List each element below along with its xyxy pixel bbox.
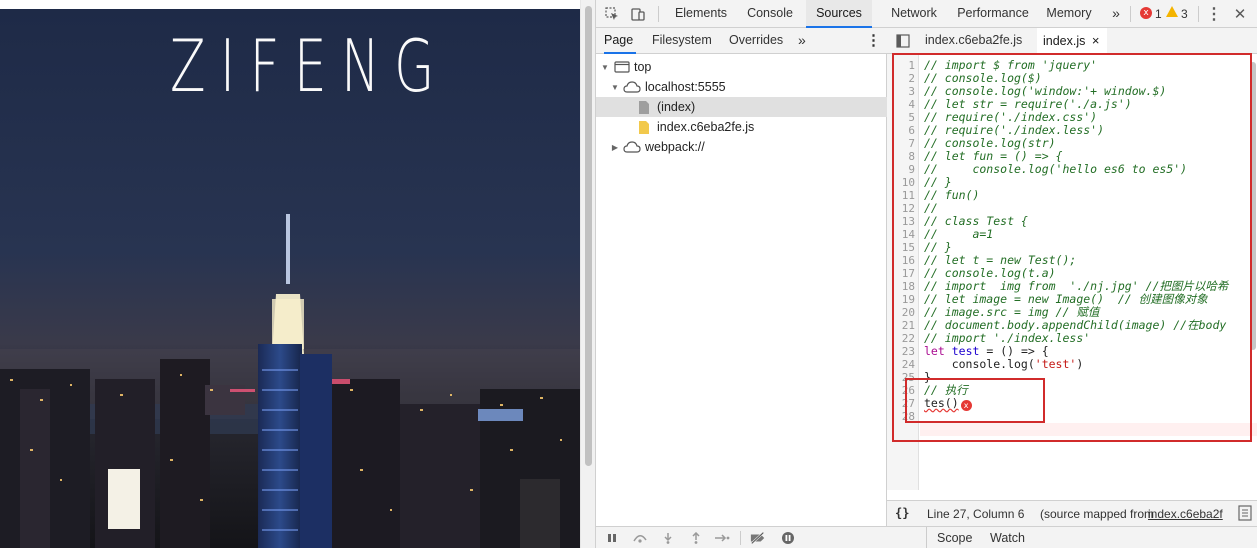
tree-item-localhost[interactable]: ▼ localhost:5555 — [596, 77, 887, 97]
tab-scope[interactable]: Scope — [937, 527, 972, 548]
step-over-icon[interactable] — [632, 531, 648, 545]
tree-item-top[interactable]: ▼ top — [596, 57, 887, 77]
step-icon[interactable] — [714, 531, 730, 545]
script-file-icon — [639, 120, 649, 134]
page-scrollbar[interactable] — [580, 0, 595, 548]
nav-tab-filesystem[interactable]: Filesystem — [652, 28, 712, 54]
frame-icon — [614, 61, 630, 73]
page-title: ZIFENG — [170, 24, 449, 108]
step-out-icon[interactable] — [688, 531, 704, 545]
toolbar-divider — [1198, 6, 1199, 22]
pause-on-exceptions-icon[interactable] — [780, 531, 796, 545]
tree-label-localhost: localhost:5555 — [645, 80, 726, 94]
error-icon[interactable]: x — [1140, 7, 1152, 19]
more-tabs-button[interactable]: » — [1108, 0, 1124, 28]
step-into-icon[interactable] — [660, 531, 676, 545]
source-map-label: (source mapped from — [1040, 507, 1155, 521]
editor-tab-label: index.js — [1043, 34, 1086, 48]
navigator-tabs: Page Filesystem Overrides » ⋮ — [596, 28, 887, 54]
nav-tab-overrides[interactable]: Overrides — [729, 28, 783, 54]
close-devtools-icon[interactable]: ✕ — [1230, 4, 1250, 24]
pane-divider — [926, 527, 927, 548]
devtools-main-toolbar: Elements Console Sources Network Perform… — [596, 0, 1257, 28]
debugger-toolbar: Scope Watch — [596, 526, 1257, 548]
tree-label-top: top — [634, 60, 652, 74]
nav-tab-page[interactable]: Page — [604, 28, 636, 54]
tree-item-index[interactable]: (index) — [596, 97, 887, 117]
warning-count[interactable]: 3 — [1181, 7, 1188, 21]
editor-tab-index-js[interactable]: index.js × — [1037, 28, 1107, 55]
toolbar-divider — [658, 6, 659, 22]
cursor-position: Line 27, Column 6 — [927, 507, 1025, 521]
tree-item-bundle-js[interactable]: index.c6eba2fe.js — [596, 117, 887, 137]
inspect-element-icon[interactable] — [602, 4, 622, 24]
tree-label-bundle-js: index.c6eba2fe.js — [657, 120, 755, 134]
warning-icon[interactable] — [1166, 6, 1178, 17]
tree-label-webpack: webpack:// — [645, 140, 705, 154]
devtools-menu-icon[interactable]: ⋮ — [1204, 4, 1224, 24]
cloud-icon — [623, 141, 641, 153]
pretty-print-button[interactable]: {} — [895, 506, 909, 520]
toolbar-divider — [1130, 6, 1131, 22]
source-map-link[interactable]: index.c6eba2f — [1148, 507, 1223, 521]
deactivate-breakpoints-icon[interactable] — [750, 531, 766, 545]
toggle-navigator-icon[interactable] — [893, 31, 913, 51]
error-count[interactable]: 1 — [1155, 7, 1162, 21]
collapsed-arrow-icon[interactable]: ▶ — [610, 143, 620, 152]
tab-elements[interactable]: Elements — [668, 0, 734, 28]
device-toolbar-icon[interactable] — [628, 4, 648, 24]
coverage-icon[interactable] — [1238, 505, 1252, 521]
pause-icon[interactable] — [604, 531, 620, 545]
editor-status-bar: {} Line 27, Column 6 (source mapped from… — [887, 500, 1257, 526]
tab-sources[interactable]: Sources — [806, 0, 872, 28]
editor-tabs: index.c6eba2fe.js index.js × — [887, 28, 1257, 55]
close-tab-icon[interactable]: × — [1092, 33, 1100, 48]
tab-console[interactable]: Console — [739, 0, 801, 28]
tab-performance[interactable]: Performance — [948, 0, 1038, 28]
page-viewport: ZIFENG — [0, 0, 580, 548]
expanded-arrow-icon[interactable]: ▼ — [600, 63, 610, 72]
editor-tab-bundle-js[interactable]: index.c6eba2fe.js — [919, 28, 1028, 54]
navigator-menu-icon[interactable]: ⋮ — [866, 28, 881, 54]
tree-item-webpack[interactable]: ▶ webpack:// — [596, 137, 887, 157]
page-scrollbar-thumb[interactable] — [585, 6, 592, 466]
toolbar-divider — [740, 531, 741, 545]
annotation-box-error — [905, 378, 1045, 423]
screen: ZIFENG Elements Console Sources Network … — [0, 0, 1257, 548]
sources-navigator: Page Filesystem Overrides » ⋮ ▼ top ▼ lo… — [596, 28, 887, 526]
tab-watch[interactable]: Watch — [990, 527, 1025, 548]
cloud-icon — [623, 81, 641, 93]
tab-memory[interactable]: Memory — [1040, 0, 1098, 28]
nav-more-tabs-button[interactable]: » — [798, 28, 806, 54]
tab-network[interactable]: Network — [877, 0, 951, 28]
tree-label-index: (index) — [657, 100, 696, 114]
document-file-icon — [639, 100, 649, 114]
expanded-arrow-icon[interactable]: ▼ — [610, 83, 620, 92]
